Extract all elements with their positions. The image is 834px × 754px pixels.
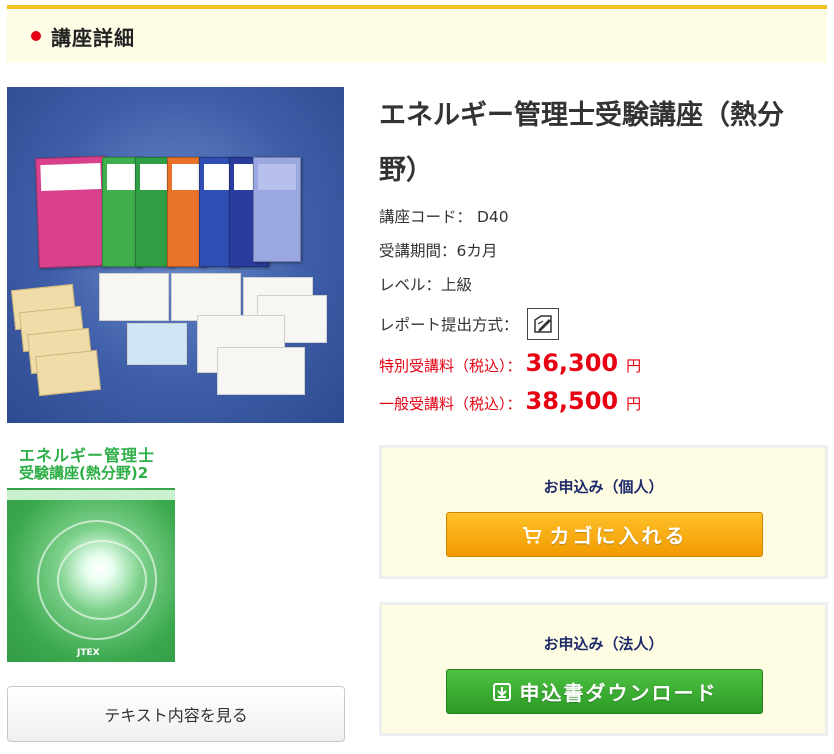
special-price-yen: 円 <box>626 357 642 375</box>
view-text-contents-button[interactable]: テキスト内容を見る <box>7 686 345 742</box>
report-method-label: レポート提出方式： <box>379 316 519 334</box>
course-code-row: 講座コード： D40 <box>379 205 509 227</box>
general-price-yen: 円 <box>626 395 642 413</box>
course-code-label: 講座コード： <box>379 208 473 226</box>
course-level-label: レベル： <box>379 276 442 294</box>
section-title: 講座詳細 <box>51 25 135 50</box>
cover-subtitle: 受験講座(熱分野)2 <box>19 464 149 482</box>
download-icon <box>492 682 512 702</box>
course-title: エネルギー管理士受験講座（熱分野） <box>379 100 784 186</box>
special-price-row: 特別受講料（税込）： 36,300 円 <box>379 349 641 377</box>
course-period-row: 受講期間：6カ月 <box>379 239 497 261</box>
course-materials-photo <box>7 87 344 423</box>
course-period-label: 受講期間： <box>379 242 457 260</box>
special-price-label: 特別受講料（税込）： <box>379 357 522 375</box>
order-corporate-box: お申込み（法人） 申込書ダウンロード <box>379 602 828 736</box>
textbook-cover-photo: エネルギー管理士 受験講座(熱分野)2 JTEX <box>7 430 175 662</box>
course-level-value: 上級 <box>441 276 473 294</box>
cart-icon <box>522 525 542 545</box>
course-code-value: D40 <box>476 208 509 226</box>
section-header: 講座詳細 <box>7 5 827 63</box>
download-form-label: 申込書ダウンロード <box>519 681 718 705</box>
add-to-cart-button[interactable]: カゴに入れる <box>446 512 763 557</box>
course-period-value: 6カ月 <box>456 242 498 260</box>
general-price-row: 一般受講料（税込）： 38,500 円 <box>379 387 641 415</box>
order-individual-box: お申込み（個人） カゴに入れる <box>379 445 828 579</box>
download-form-button[interactable]: 申込書ダウンロード <box>446 669 763 714</box>
course-level-row: レベル：上級 <box>379 273 472 295</box>
cover-logo: JTEX <box>77 648 100 658</box>
report-method-row: レポート提出方式： <box>379 308 559 340</box>
add-to-cart-label: カゴに入れる <box>549 524 688 548</box>
order-corporate-label: お申込み（法人） <box>543 635 664 653</box>
pen-paper-icon <box>526 308 559 340</box>
red-dot-icon <box>31 31 41 41</box>
general-price-label: 一般受講料（税込）： <box>379 395 522 413</box>
order-individual-label: お申込み（個人） <box>543 478 664 496</box>
special-price-value: 36,300 <box>525 349 619 377</box>
general-price-value: 38,500 <box>525 387 619 415</box>
